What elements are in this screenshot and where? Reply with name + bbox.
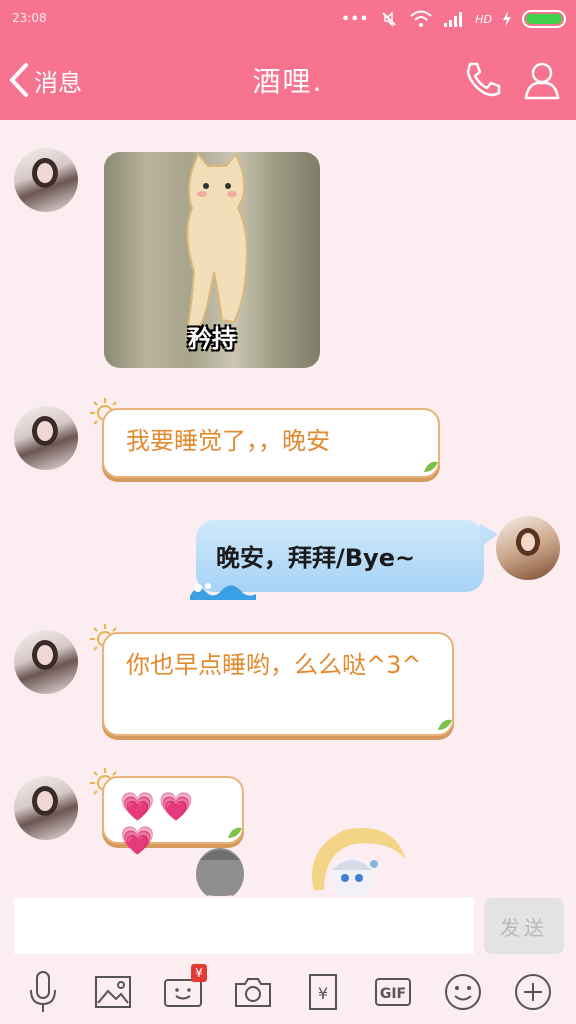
- message-text: 我要睡觉了，，晚安: [126, 427, 330, 455]
- message-bubble-left[interactable]: 我要睡觉了，，晚安: [102, 408, 440, 478]
- gif-icon: GIF: [375, 978, 411, 1006]
- my-avatar[interactable]: [496, 516, 560, 580]
- image-icon: [95, 976, 131, 1008]
- peeking-character-icon: [196, 848, 244, 900]
- gif-button[interactable]: GIF: [371, 970, 415, 1014]
- avatar[interactable]: [14, 776, 78, 840]
- badge: ¥: [191, 964, 207, 982]
- wifi-icon: [410, 10, 432, 27]
- video-chat-button[interactable]: ¥: [161, 964, 207, 1014]
- battery-fill: [526, 14, 562, 24]
- send-button[interactable]: 发送: [484, 898, 564, 954]
- leaf-decoration-icon: [228, 827, 242, 838]
- status-icons: ••• HD: [341, 9, 566, 29]
- message-input[interactable]: [14, 898, 474, 954]
- emoji-icon: [445, 974, 481, 1010]
- more-dots-icon: •••: [341, 11, 370, 27]
- phone-icon: [466, 62, 501, 97]
- message-bubble-left[interactable]: 💗💗💗: [102, 776, 244, 857]
- battery-icon: [522, 10, 566, 28]
- profile-icon: [524, 62, 560, 100]
- message-bubble-right[interactable]: 晚安，拜拜/Bye~: [190, 520, 498, 600]
- phone-call-button[interactable]: [460, 58, 504, 102]
- sticker-message[interactable]: 矜持: [104, 152, 320, 368]
- charging-icon: [503, 11, 511, 27]
- message-text: 你也早点睡哟，么么哒^3^: [126, 651, 422, 679]
- message-text: 💗💗💗: [120, 790, 198, 857]
- avatar[interactable]: [14, 630, 78, 694]
- camera-button[interactable]: [231, 970, 275, 1014]
- wallet-button[interactable]: ¥: [301, 970, 345, 1014]
- wave-decoration-icon: [190, 583, 256, 600]
- mute-icon: [382, 11, 396, 27]
- bottom-toolbar: ¥ ¥ GIF: [0, 960, 576, 1024]
- gif-label: GIF: [380, 986, 406, 1002]
- profile-button[interactable]: [520, 58, 564, 102]
- voice-button[interactable]: [21, 970, 65, 1014]
- signal-icon: [444, 12, 463, 27]
- wallet-icon: ¥: [309, 974, 337, 1010]
- more-button[interactable]: [511, 970, 555, 1014]
- input-bar: 发送: [0, 896, 576, 960]
- leaf-decoration-icon: [424, 461, 438, 472]
- wallet-symbol: ¥: [318, 984, 328, 1003]
- moon-girl-decoration-icon: [312, 828, 406, 898]
- camera-icon: [235, 978, 271, 1007]
- status-time: 23:08: [12, 11, 47, 25]
- chat-header: 消息 酒哩.: [0, 40, 576, 120]
- avatar[interactable]: [14, 406, 78, 470]
- chat-area[interactable]: 矜持 我要睡觉了，，晚安 晚安，拜拜/Bye~ 你也早点睡哟，么么哒^3^ 💗💗…: [0, 120, 576, 900]
- leaf-decoration-icon: [438, 719, 452, 730]
- emoji-button[interactable]: [441, 970, 485, 1014]
- mic-icon: [30, 971, 56, 1012]
- avatar[interactable]: [14, 148, 78, 212]
- message-text: 晚安，拜拜/Bye~: [216, 544, 416, 572]
- plus-icon: [515, 974, 551, 1010]
- image-button[interactable]: [91, 970, 135, 1014]
- status-bar: 23:08 ••• HD: [0, 0, 576, 40]
- sticker-caption: 矜持: [188, 325, 236, 353]
- network-type: HD: [475, 12, 492, 26]
- message-bubble-left[interactable]: 你也早点睡哟，么么哒^3^: [102, 632, 454, 736]
